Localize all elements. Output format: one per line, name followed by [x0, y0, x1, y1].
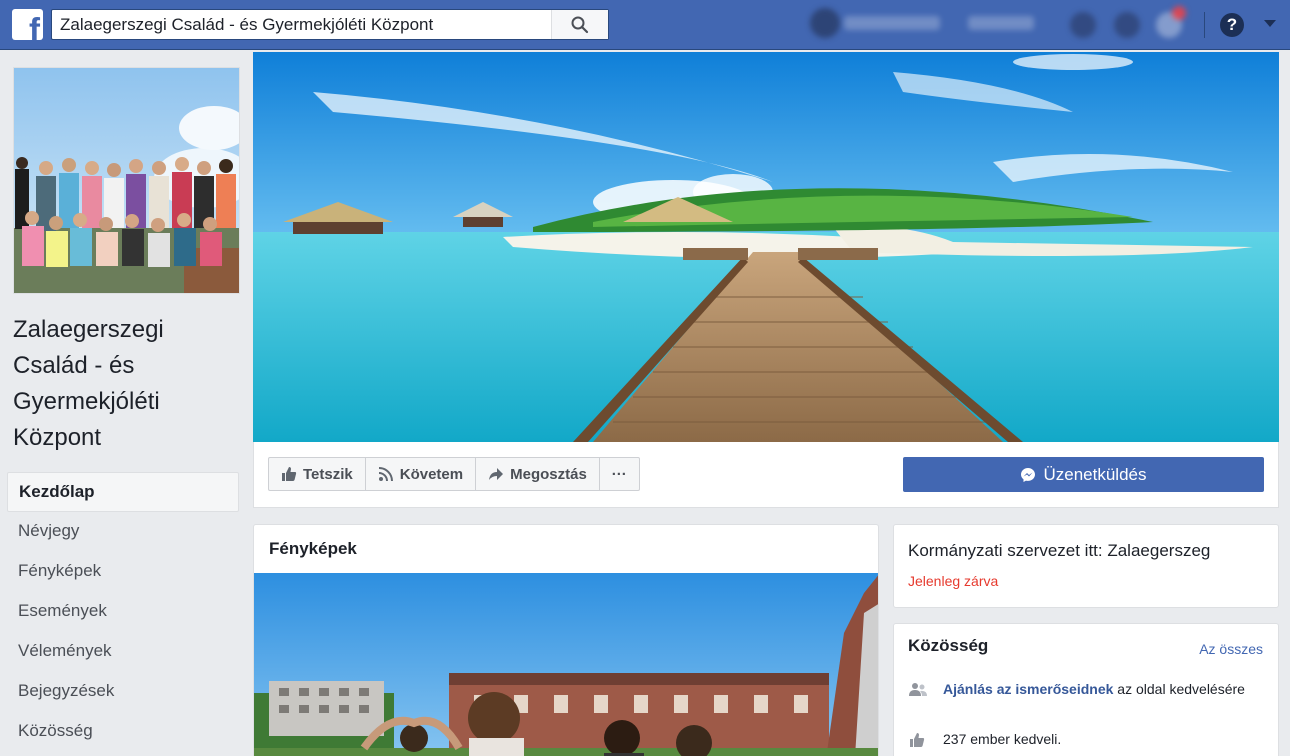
page-info-card: Kormányzati szervezet itt: Zalaegerszeg … — [893, 524, 1279, 608]
send-message-label: Üzenetküldés — [1043, 464, 1147, 484]
see-all-link[interactable]: Az összes — [1199, 641, 1263, 657]
likes-count-text: 237 ember kedveli. — [943, 731, 1062, 747]
messenger-icon — [1021, 467, 1036, 482]
page-action-bar: Tetszik Követem Megosztás ··· Üzenetküld… — [253, 442, 1279, 508]
topbar-divider — [1204, 12, 1205, 38]
search-button[interactable] — [551, 10, 608, 39]
invite-friends-row: Ajánlás az ismerőseidnek az oldal kedvel… — [908, 679, 1268, 699]
category-location[interactable]: Kormányzati szervezet itt: Zalaegerszeg — [908, 541, 1210, 561]
more-dots-icon: ··· — [611, 465, 627, 483]
rss-follow-icon — [378, 467, 393, 482]
profile-picture[interactable] — [13, 67, 240, 294]
send-message-button[interactable]: Üzenetküldés — [903, 457, 1264, 492]
thumbs-up-icon — [910, 733, 925, 747]
share-button[interactable]: Megosztás — [476, 458, 600, 490]
friends-icon — [909, 683, 927, 696]
search-icon — [571, 16, 589, 33]
nav-item-events[interactable]: Események — [7, 592, 239, 632]
cover-photo[interactable] — [253, 52, 1279, 442]
facebook-logo-icon[interactable]: f — [12, 9, 43, 40]
likes-count-row: 237 ember kedveli. — [908, 729, 1268, 749]
follow-button[interactable]: Követem — [366, 458, 477, 490]
page-nav: Kezdőlap Névjegy Fényképek Események Vél… — [7, 472, 239, 752]
nav-item-about[interactable]: Névjegy — [7, 512, 239, 552]
share-button-label: Megosztás — [510, 465, 587, 483]
help-icon[interactable]: ? — [1220, 13, 1244, 37]
thumbs-up-icon — [282, 467, 297, 481]
photos-card-title[interactable]: Fényképek — [269, 539, 357, 559]
action-button-group: Tetszik Követem Megosztás ··· — [268, 457, 640, 491]
search-input[interactable] — [52, 10, 552, 39]
photo-thumbnail[interactable] — [254, 573, 878, 756]
community-card: Közösség Az összes Ajánlás az ismerőseid… — [893, 623, 1279, 756]
photos-card: Fényképek — [253, 524, 879, 756]
follow-button-label: Követem — [399, 465, 464, 483]
opening-status: Jelenleg zárva — [908, 573, 999, 589]
share-arrow-icon — [489, 468, 504, 480]
community-title[interactable]: Közösség — [908, 636, 988, 656]
blurred-user-area — [800, 6, 1210, 44]
chevron-down-icon[interactable] — [1264, 20, 1276, 27]
top-bar: f ? — [0, 0, 1290, 50]
more-options-button[interactable]: ··· — [600, 458, 639, 490]
nav-item-home[interactable]: Kezdőlap — [7, 472, 239, 512]
nav-item-photos[interactable]: Fényképek — [7, 552, 239, 592]
invite-friends-link[interactable]: Ajánlás az ismerőseidnek — [943, 681, 1113, 697]
invite-friends-text: az oldal kedvelésére — [1113, 681, 1245, 697]
like-button-label: Tetszik — [303, 465, 353, 483]
nav-item-community[interactable]: Közösség — [7, 712, 239, 752]
page-title: Zalaegerszegi Család - és Gyermekjóléti … — [13, 316, 164, 451]
search-box — [51, 9, 609, 40]
like-button[interactable]: Tetszik — [269, 458, 366, 490]
nav-item-posts[interactable]: Bejegyzések — [7, 672, 239, 712]
nav-item-reviews[interactable]: Vélemények — [7, 632, 239, 672]
